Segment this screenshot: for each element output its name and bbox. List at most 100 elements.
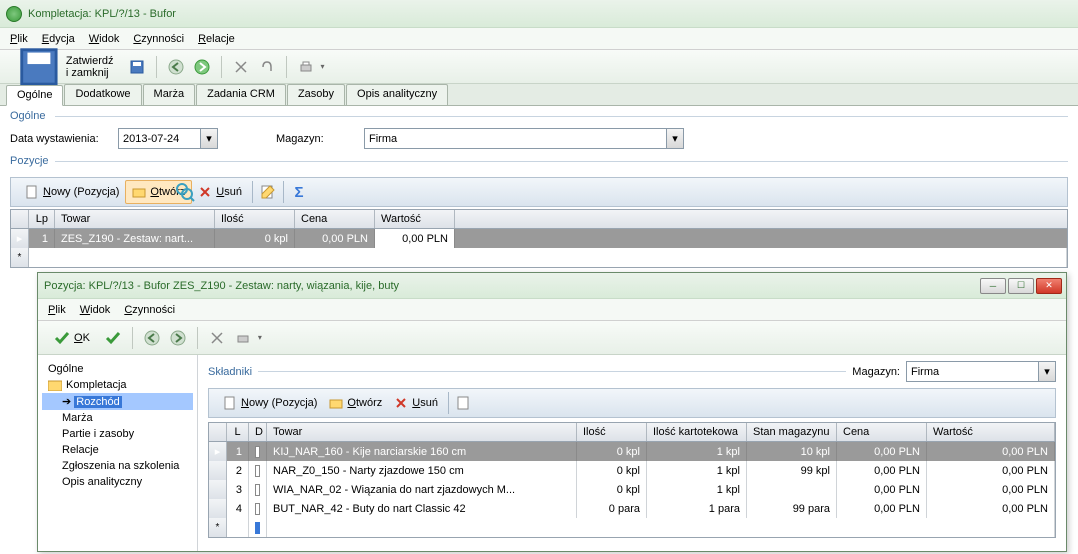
l-header[interactable]: L [227, 423, 249, 441]
tree-opis[interactable]: Opis analityczny [42, 474, 193, 490]
child-window: Pozycja: KPL/?/13 - Bufor ZES_Z190 - Zes… [37, 272, 1067, 552]
ilosc-header[interactable]: Ilość [215, 210, 295, 228]
tree-partie[interactable]: Partie i zasoby [42, 426, 193, 442]
child-title: Pozycja: KPL/?/13 - Bufor ZES_Z190 - Zes… [44, 280, 399, 292]
forward-button[interactable] [191, 56, 213, 78]
date-label: Data wystawienia: [10, 133, 110, 145]
minimize-button[interactable]: ─ [980, 278, 1006, 294]
stan-header[interactable]: Stan magazynu [747, 423, 837, 441]
date-value: 2013-07-24 [123, 133, 179, 145]
attach-button[interactable] [256, 56, 278, 78]
ccena-header[interactable]: Cena [837, 423, 927, 441]
tab-marza[interactable]: Marża [143, 84, 196, 105]
selector-col [11, 210, 29, 228]
cwartosc-header[interactable]: Wartość [927, 423, 1055, 441]
main-toolbar: Zatwierdź i zamknij ▾ [0, 50, 1078, 84]
checkbox[interactable] [255, 503, 260, 515]
tab-zadania[interactable]: Zadania CRM [196, 84, 286, 105]
child-delete-button[interactable]: Usuń [388, 391, 444, 415]
document-icon [223, 396, 237, 410]
chevron-down-icon[interactable]: ▾ [200, 129, 217, 148]
mag-combo[interactable]: Firma ▾ [364, 128, 684, 149]
child-mag-combo[interactable]: Firma ▾ [906, 361, 1056, 382]
new-row[interactable] [11, 248, 1067, 267]
maximize-button[interactable]: ☐ [1008, 278, 1034, 294]
back-button[interactable] [165, 56, 187, 78]
sum-button[interactable]: Σ [288, 181, 310, 203]
child-grid: L D Towar Ilość Ilość kartotekowa Stan m… [208, 422, 1056, 538]
child-pos-toolbar: Nowy (Pozycja) Otwórz Usuń [208, 388, 1056, 418]
child-edit-button[interactable] [453, 392, 475, 414]
edit-button[interactable] [257, 181, 279, 203]
folder-icon [48, 379, 62, 391]
document-icon [25, 185, 39, 199]
save-icon [16, 44, 62, 90]
skladniki-label: Składniki [208, 366, 252, 378]
main-title: Kompletacja: KPL/?/13 - Bufor [28, 8, 176, 20]
new-position-button[interactable]: Nowy (Pozycja) [19, 180, 125, 204]
save-button[interactable] [126, 56, 148, 78]
tree-rozchod[interactable]: ➔ Rozchód [42, 393, 193, 410]
wartosc-header[interactable]: Wartość [375, 210, 455, 228]
menu-widok[interactable]: Widok [89, 33, 120, 45]
pozycje-toolbar: Nowy (Pozycja) Otwórz Usuń Σ [10, 177, 1068, 207]
child-menu-plik[interactable]: Plik [48, 304, 66, 316]
child-menu-czynnosci[interactable]: Czynności [124, 304, 175, 316]
chevron-down-icon[interactable]: ▾ [1038, 362, 1055, 381]
main-titlebar: Kompletacja: KPL/?/13 - Bufor [0, 0, 1078, 28]
open-position-button[interactable]: Otwórz [125, 180, 192, 204]
delete-position-button[interactable]: Usuń [192, 180, 248, 204]
ok-button[interactable]: OK [46, 326, 98, 350]
table-row[interactable]: ▸1KIJ_NAR_160 - Kije narciarskie 160 cm0… [209, 442, 1055, 461]
cilosc-header[interactable]: Ilość [577, 423, 647, 441]
table-row[interactable]: 2NAR_Z0_150 - Narty zjazdowe 150 cm0 kpl… [209, 461, 1055, 480]
check-icon [54, 330, 70, 346]
tree-kompletacja[interactable]: Kompletacja [42, 377, 193, 393]
table-row[interactable]: 3WIA_NAR_02 - Wiązania do nart zjazdowyc… [209, 480, 1055, 499]
d-header[interactable]: D [249, 423, 267, 441]
new-row[interactable] [209, 518, 1055, 537]
ilosck-header[interactable]: Ilość kartotekowa [647, 423, 747, 441]
check-button[interactable] [102, 327, 124, 349]
tab-dodatkowe[interactable]: Dodatkowe [64, 84, 141, 105]
confirm-close-button[interactable]: Zatwierdź i zamknij [8, 55, 122, 79]
tree-relacje[interactable]: Relacje [42, 442, 193, 458]
chevron-down-icon[interactable]: ▾ [666, 129, 683, 148]
section-pozycje: Pozycje [10, 155, 1068, 167]
menu-czynnosci[interactable]: Czynności [133, 33, 184, 45]
app-icon [6, 6, 22, 22]
checkbox[interactable] [255, 484, 260, 496]
tab-ogolne[interactable]: Ogólne [6, 85, 63, 106]
print-button[interactable] [295, 56, 317, 78]
section-ogolne: Ogólne [10, 110, 1068, 122]
confirm-close-label: Zatwierdź i zamknij [66, 55, 114, 79]
tab-opis[interactable]: Opis analityczny [346, 84, 448, 105]
menu-relacje[interactable]: Relacje [198, 33, 235, 45]
tree-zgloszenia[interactable]: Zgłoszenia na szkolenia [42, 458, 193, 474]
child-open-button[interactable]: Otwórz [323, 391, 388, 415]
checkbox[interactable] [255, 446, 260, 458]
ctowar-header[interactable]: Towar [267, 423, 577, 441]
child-tools-button[interactable] [206, 327, 228, 349]
date-combo[interactable]: 2013-07-24 ▾ [118, 128, 218, 149]
delete-icon [394, 396, 408, 410]
tools-button[interactable] [230, 56, 252, 78]
close-button[interactable]: ✕ [1036, 278, 1062, 294]
main-menubar: Plik Edycja Widok Czynności Relacje [0, 28, 1078, 50]
cena-header[interactable]: Cena [295, 210, 375, 228]
checkbox[interactable] [255, 465, 260, 477]
open-icon [132, 185, 146, 199]
lp-header[interactable]: Lp [29, 210, 55, 228]
table-row[interactable]: ▸ 1 ZES_Z190 - Zestaw: nart... 0 kpl 0,0… [11, 229, 1067, 248]
child-print-button[interactable] [232, 327, 254, 349]
child-forward-button[interactable] [167, 327, 189, 349]
child-new-button[interactable]: Nowy (Pozycja) [217, 391, 323, 415]
child-back-button[interactable] [141, 327, 163, 349]
table-row[interactable]: 4BUT_NAR_42 - Buty do nart Classic 420 p… [209, 499, 1055, 518]
main-tabs: Ogólne Dodatkowe Marża Zadania CRM Zasob… [0, 84, 1078, 106]
tree-ogolne[interactable]: Ogólne [42, 361, 193, 377]
tab-zasoby[interactable]: Zasoby [287, 84, 345, 105]
towar-header[interactable]: Towar [55, 210, 215, 228]
tree-marza[interactable]: Marża [42, 410, 193, 426]
child-menu-widok[interactable]: Widok [80, 304, 111, 316]
